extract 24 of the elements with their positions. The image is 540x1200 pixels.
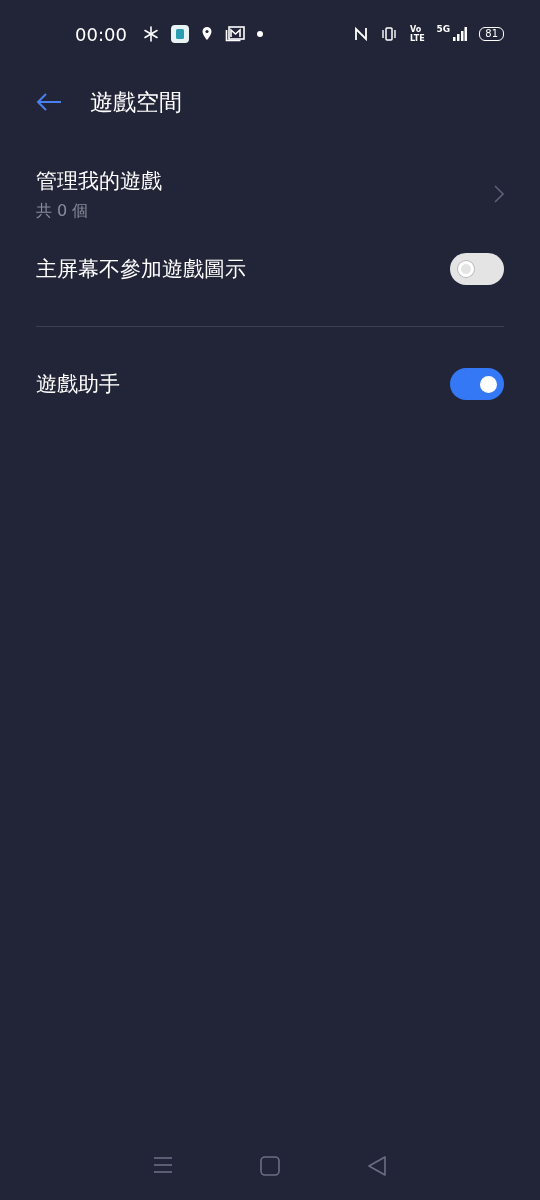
status-time: 00:00 xyxy=(75,23,127,45)
app-icon xyxy=(170,25,189,43)
volte-label: LTE xyxy=(409,34,425,43)
volte-label: Vo xyxy=(409,25,423,34)
battery-level: 81 xyxy=(479,27,504,41)
home-icon[interactable] xyxy=(260,1156,280,1176)
toggle-switch[interactable] xyxy=(450,253,504,285)
dot-icon xyxy=(256,31,263,37)
back-arrow-icon[interactable] xyxy=(36,92,62,112)
signal-icon xyxy=(453,26,468,42)
menu-icon[interactable] xyxy=(153,1156,174,1174)
chevron-right-icon xyxy=(494,185,504,203)
toggle-switch[interactable] xyxy=(450,368,504,400)
vibrate-icon xyxy=(379,26,398,42)
back-icon[interactable] xyxy=(366,1156,387,1176)
page-title: 遊戲空間 xyxy=(90,87,182,117)
location-pin-icon xyxy=(200,26,213,42)
network-label: 5G xyxy=(436,24,451,34)
setting-label: 主屏幕不參加遊戲圖示 xyxy=(36,256,246,283)
snowflake-icon xyxy=(142,26,159,42)
settings-item[interactable]: 管理我的遊戲 共 0 個 xyxy=(36,158,504,230)
nfc-icon xyxy=(353,26,368,42)
gallery-icon xyxy=(224,26,245,42)
setting-label: 遊戲助手 xyxy=(36,371,120,398)
